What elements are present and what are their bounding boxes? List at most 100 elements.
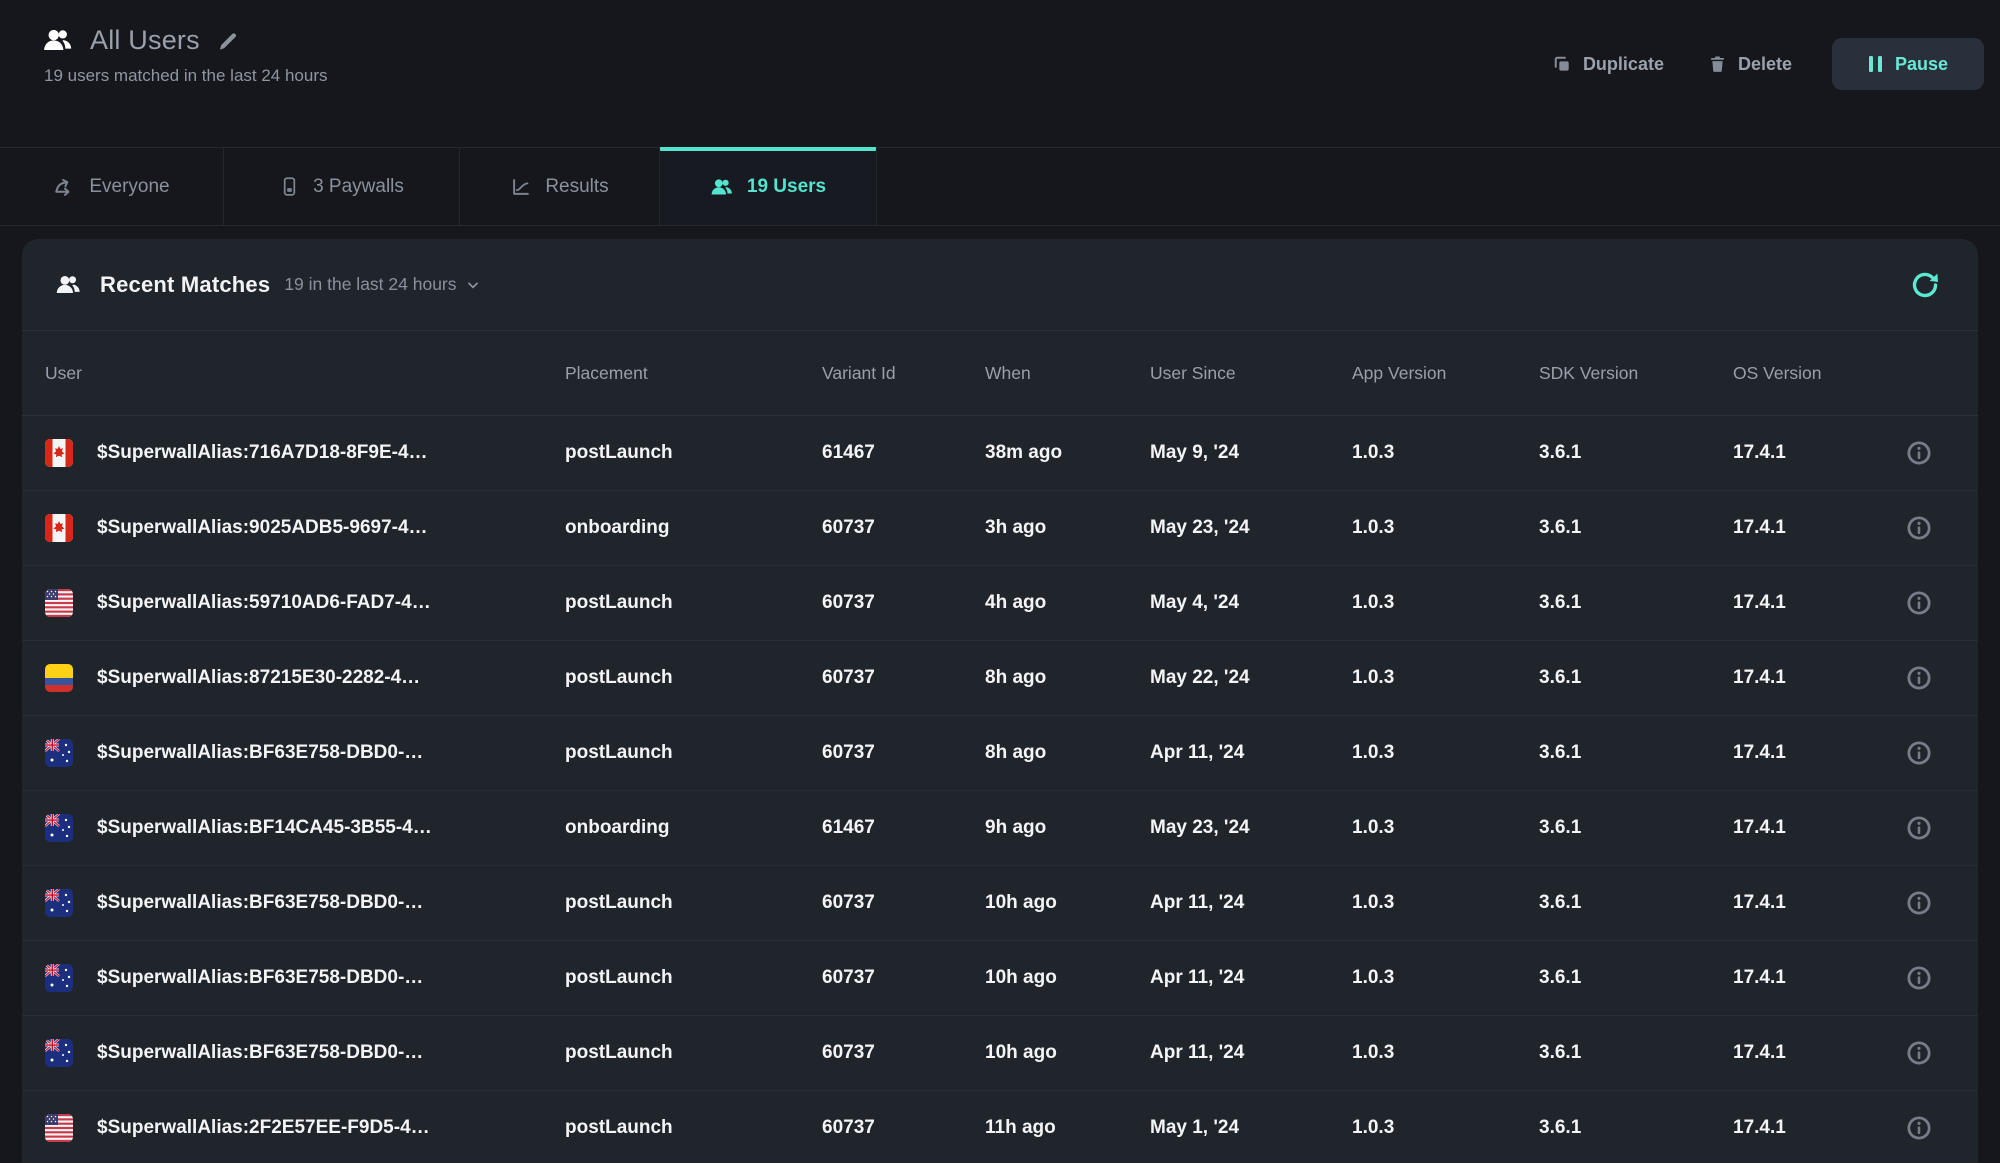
app-version-cell: 1.0.3 <box>1352 667 1539 689</box>
app-version-cell: 1.0.3 <box>1352 1042 1539 1064</box>
table-row[interactable]: $SuperwallAlias:BF63E758-DBD0-… postLaun… <box>22 866 1978 941</box>
user-alias: $SuperwallAlias:BF14CA45-3B55-4… <box>97 817 432 839</box>
table-row[interactable]: $SuperwallAlias:BF63E758-DBD0-… postLaun… <box>22 941 1978 1016</box>
info-icon[interactable] <box>1905 964 1933 992</box>
sdk-version-cell: 3.6.1 <box>1539 1042 1733 1064</box>
user-alias: $SuperwallAlias:BF63E758-DBD0-… <box>97 892 423 914</box>
info-icon[interactable] <box>1905 439 1933 467</box>
variant-id-cell: 61467 <box>822 442 985 464</box>
os-version-cell: 17.4.1 <box>1733 592 1883 614</box>
col-header-placement: Placement <box>565 363 822 384</box>
placement-cell: postLaunch <box>565 1117 822 1139</box>
user-cell: $SuperwallAlias:BF63E758-DBD0-… <box>45 1039 565 1067</box>
info-icon[interactable] <box>1905 514 1933 542</box>
table-row[interactable]: $SuperwallAlias:BF14CA45-3B55-4… onboard… <box>22 791 1978 866</box>
tab-paywalls[interactable]: 3 Paywalls <box>224 148 460 225</box>
page-subtitle: 19 users matched in the last 24 hours <box>42 66 328 86</box>
col-header-user-since: User Since <box>1150 363 1352 384</box>
when-cell: 3h ago <box>985 517 1150 539</box>
table-row[interactable]: $SuperwallAlias:9025ADB5-9697-4… onboard… <box>22 491 1978 566</box>
placement-cell: onboarding <box>565 817 822 839</box>
os-version-cell: 17.4.1 <box>1733 892 1883 914</box>
col-header-user: User <box>45 363 565 384</box>
placement-cell: postLaunch <box>565 592 822 614</box>
branch-arrows-icon <box>53 175 76 198</box>
col-header-variant-id: Variant Id <box>822 363 985 384</box>
country-flag-icon-ca <box>45 439 73 467</box>
table-row[interactable]: $SuperwallAlias:87215E30-2282-4… postLau… <box>22 641 1978 716</box>
user-cell: $SuperwallAlias:9025ADB5-9697-4… <box>45 514 565 542</box>
trash-icon <box>1708 54 1727 74</box>
user-cell: $SuperwallAlias:BF14CA45-3B55-4… <box>45 814 565 842</box>
sdk-version-cell: 3.6.1 <box>1539 442 1733 464</box>
user-alias: $SuperwallAlias:BF63E758-DBD0-… <box>97 742 423 764</box>
sdk-version-cell: 3.6.1 <box>1539 892 1733 914</box>
col-header-sdk-version: SDK Version <box>1539 363 1733 384</box>
tab-users[interactable]: 19 Users <box>660 148 877 225</box>
user-alias: $SuperwallAlias:87215E30-2282-4… <box>97 667 420 689</box>
country-flag-icon-au <box>45 1039 73 1067</box>
info-icon[interactable] <box>1905 589 1933 617</box>
delete-button[interactable]: Delete <box>1708 54 1792 75</box>
user-alias: $SuperwallAlias:9025ADB5-9697-4… <box>97 517 428 539</box>
when-cell: 8h ago <box>985 742 1150 764</box>
info-icon[interactable] <box>1905 1114 1933 1142</box>
user-since-cell: Apr 11, '24 <box>1150 967 1352 989</box>
info-icon[interactable] <box>1905 814 1933 842</box>
when-cell: 8h ago <box>985 667 1150 689</box>
col-header-os-version: OS Version <box>1733 363 1883 384</box>
table-row[interactable]: $SuperwallAlias:716A7D18-8F9E-4… postLau… <box>22 416 1978 491</box>
time-range-dropdown[interactable]: 19 in the last 24 hours <box>284 274 480 295</box>
pause-button[interactable]: Pause <box>1832 38 1984 90</box>
col-header-app-version: App Version <box>1352 363 1539 384</box>
user-alias: $SuperwallAlias:716A7D18-8F9E-4… <box>97 442 428 464</box>
placement-cell: postLaunch <box>565 442 822 464</box>
placement-cell: postLaunch <box>565 1042 822 1064</box>
user-cell: $SuperwallAlias:2F2E57EE-F9D5-4… <box>45 1114 565 1142</box>
users-icon <box>55 271 82 298</box>
variant-id-cell: 60737 <box>822 1117 985 1139</box>
sdk-version-cell: 3.6.1 <box>1539 1117 1733 1139</box>
variant-id-cell: 60737 <box>822 592 985 614</box>
tab-everyone[interactable]: Everyone <box>0 148 224 225</box>
refresh-icon[interactable] <box>1910 270 1940 300</box>
app-version-cell: 1.0.3 <box>1352 742 1539 764</box>
tab-results[interactable]: Results <box>460 148 660 225</box>
table-body: $SuperwallAlias:716A7D18-8F9E-4… postLau… <box>22 416 1978 1163</box>
users-icon <box>710 175 734 199</box>
sdk-version-cell: 3.6.1 <box>1539 667 1733 689</box>
table-row[interactable]: $SuperwallAlias:59710AD6-FAD7-4… postLau… <box>22 566 1978 641</box>
placement-cell: postLaunch <box>565 967 822 989</box>
user-since-cell: Apr 11, '24 <box>1150 892 1352 914</box>
info-icon[interactable] <box>1905 739 1933 767</box>
user-cell: $SuperwallAlias:59710AD6-FAD7-4… <box>45 589 565 617</box>
os-version-cell: 17.4.1 <box>1733 742 1883 764</box>
country-flag-icon-co <box>45 664 73 692</box>
country-flag-icon-ca <box>45 514 73 542</box>
user-since-cell: May 23, '24 <box>1150 517 1352 539</box>
country-flag-icon-au <box>45 739 73 767</box>
user-since-cell: Apr 11, '24 <box>1150 1042 1352 1064</box>
os-version-cell: 17.4.1 <box>1733 517 1883 539</box>
duplicate-button[interactable]: Duplicate <box>1552 54 1664 75</box>
app-version-cell: 1.0.3 <box>1352 817 1539 839</box>
country-flag-icon-au <box>45 964 73 992</box>
placement-cell: postLaunch <box>565 892 822 914</box>
table-row[interactable]: $SuperwallAlias:BF63E758-DBD0-… postLaun… <box>22 1016 1978 1091</box>
chevron-down-icon <box>465 277 481 293</box>
app-version-cell: 1.0.3 <box>1352 1117 1539 1139</box>
when-cell: 38m ago <box>985 442 1150 464</box>
os-version-cell: 17.4.1 <box>1733 967 1883 989</box>
country-flag-icon-au <box>45 814 73 842</box>
sdk-version-cell: 3.6.1 <box>1539 967 1733 989</box>
variant-id-cell: 60737 <box>822 967 985 989</box>
panel-header: Recent Matches 19 in the last 24 hours <box>22 239 1978 331</box>
info-icon[interactable] <box>1905 664 1933 692</box>
table-row[interactable]: $SuperwallAlias:2F2E57EE-F9D5-4… postLau… <box>22 1091 1978 1163</box>
edit-pencil-icon[interactable] <box>216 29 239 52</box>
variant-id-cell: 60737 <box>822 667 985 689</box>
info-icon[interactable] <box>1905 889 1933 917</box>
when-cell: 10h ago <box>985 1042 1150 1064</box>
table-row[interactable]: $SuperwallAlias:BF63E758-DBD0-… postLaun… <box>22 716 1978 791</box>
info-icon[interactable] <box>1905 1039 1933 1067</box>
